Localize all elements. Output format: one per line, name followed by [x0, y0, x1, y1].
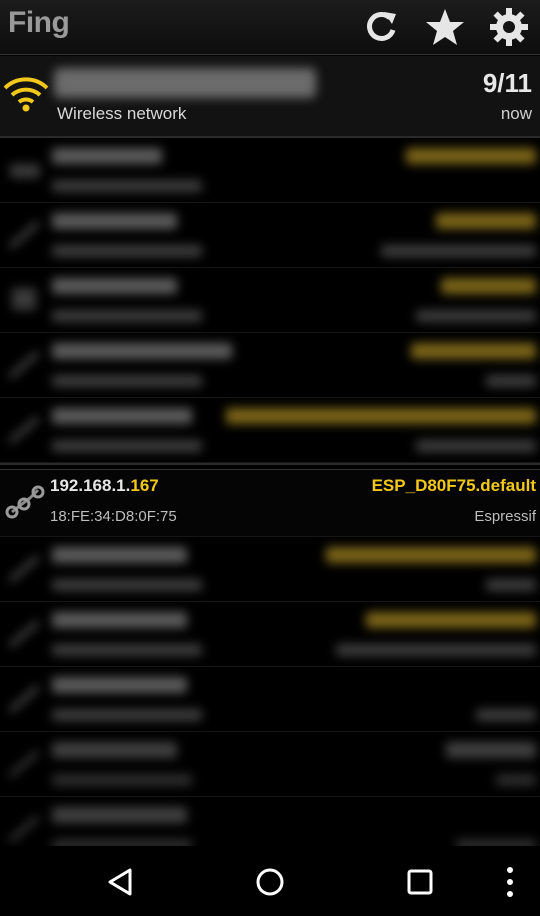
device-mac: 18:FE:34:D8:0F:75	[50, 508, 177, 525]
home-button[interactable]	[248, 860, 292, 904]
list-item[interactable]	[0, 732, 540, 797]
refresh-button[interactable]	[360, 6, 402, 48]
home-icon	[256, 868, 284, 896]
settings-button[interactable]	[488, 6, 530, 48]
app-title: Fing	[8, 6, 70, 39]
device-icon	[10, 164, 40, 178]
list-item[interactable]	[0, 203, 540, 268]
back-icon	[108, 868, 132, 896]
device-icon	[8, 750, 40, 778]
system-navigation-bar	[0, 846, 540, 916]
gear-icon	[490, 8, 528, 46]
list-item[interactable]	[0, 537, 540, 602]
device-icon	[12, 288, 36, 310]
list-item[interactable]	[0, 602, 540, 667]
device-ip: 192.168.1.167	[50, 476, 159, 496]
network-summary[interactable]: Wireless network 9/11 now	[0, 56, 540, 138]
back-button[interactable]	[98, 860, 142, 904]
device-icon	[8, 416, 40, 444]
device-icon	[8, 815, 40, 843]
overflow-menu-button[interactable]	[488, 860, 532, 904]
device-vendor: Espressif	[474, 508, 536, 525]
list-item[interactable]	[0, 398, 540, 463]
network-type-label: Wireless network	[57, 104, 187, 123]
device-icon	[8, 620, 40, 648]
refresh-icon	[367, 12, 396, 41]
list-item[interactable]	[0, 667, 540, 732]
network-name-redacted	[54, 68, 316, 98]
list-item[interactable]	[0, 333, 540, 398]
last-scan-time: now	[500, 104, 532, 123]
device-name: ESP_D80F75.default	[371, 476, 536, 495]
list-item[interactable]	[0, 268, 540, 333]
host-count: 9/11	[482, 68, 532, 98]
device-icon	[8, 221, 40, 249]
device-list: 192.168.1.167 18:FE:34:D8:0F:75 ESP_D80F…	[0, 138, 540, 862]
network-device-icon	[5, 485, 45, 519]
device-icon	[8, 685, 40, 713]
selected-device-row[interactable]: 192.168.1.167 18:FE:34:D8:0F:75 ESP_D80F…	[0, 469, 540, 537]
overflow-menu-icon	[507, 867, 513, 897]
device-ip-suffix: 167	[130, 476, 159, 495]
favorites-button[interactable]	[424, 6, 466, 48]
recents-icon	[407, 869, 433, 895]
wifi-icon	[2, 74, 50, 114]
list-item[interactable]	[0, 138, 540, 203]
star-icon	[426, 9, 464, 45]
recents-button[interactable]	[398, 860, 442, 904]
device-ip-prefix: 192.168.1.	[50, 476, 131, 495]
device-icon	[8, 555, 40, 583]
action-bar: Fing	[0, 0, 540, 55]
device-icon	[8, 351, 40, 379]
